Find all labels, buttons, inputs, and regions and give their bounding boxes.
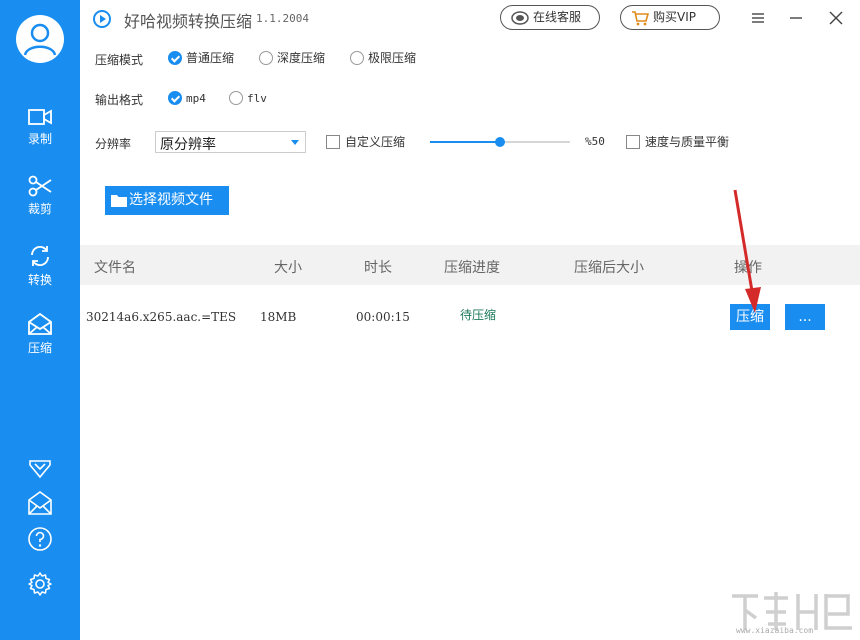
slider-value: %50 [585,135,605,148]
checkbox-label: 自定义压缩 [345,135,406,149]
radio-normal-compress[interactable]: 普通压缩 [168,50,234,66]
menu-icon[interactable] [749,9,767,27]
file-duration: 00:00:15 [356,310,410,324]
checkbox-box [626,135,640,149]
chevron-down-icon [291,140,299,145]
radio-label: flv [247,92,267,105]
sidebar-item-label: 录制 [27,132,52,146]
avatar[interactable] [16,15,64,63]
radio-label: mp4 [186,92,206,105]
vip-button[interactable] [0,457,80,479]
sidebar: 录制 裁剪 转换 压缩 [0,0,80,640]
status-badge: 待压缩 [460,308,497,322]
column-header-progress: 压缩进度 [444,260,500,276]
radio-indicator [229,91,243,105]
watermark-url: www.xiazaiba.com [736,626,814,635]
cart-icon [632,11,649,26]
resolution-value: 原分辨率 [160,137,216,153]
app-window: 录制 裁剪 转换 压缩 好哈视频转换压缩 1.1.2004 在线客服 购买VIP… [0,0,860,640]
radio-indicator [168,91,182,105]
select-video-file-label: 选择视频文件 [129,192,213,208]
more-button[interactable]: ... [785,304,825,330]
column-header-size: 大小 [274,260,302,276]
help-icon [28,527,52,551]
sidebar-item-label: 转换 [27,273,52,287]
slider-thumb[interactable] [495,137,505,147]
sidebar-item-record[interactable]: 录制 [0,107,80,167]
buy-vip-label: 购买VIP [653,10,696,24]
video-camera-icon [28,109,52,125]
select-video-file-button[interactable]: 选择视频文件 [105,186,229,215]
sidebar-item-compress[interactable]: 压缩 [0,312,80,372]
settings-icon [28,572,52,596]
sidebar-item-label: 裁剪 [27,202,52,216]
column-header-duration: 时长 [364,260,392,276]
slider-fill [430,141,500,143]
checkbox-box [326,135,340,149]
sidebar-item-crop[interactable]: 裁剪 [0,175,80,235]
user-icon [23,23,57,56]
settings-button[interactable] [0,571,80,597]
checkbox-label: 速度与质量平衡 [645,135,730,149]
headset-icon [511,11,529,25]
app-version: 1.1.2004 [256,12,309,25]
scissors-icon [28,175,52,197]
online-service-button[interactable]: 在线客服 [500,5,600,30]
app-title: 好哈视频转换压缩 [124,12,253,31]
radio-format-mp4[interactable]: mp4 [168,90,206,106]
compress-mode-label: 压缩模式 [95,53,144,67]
app-logo-icon [93,10,111,28]
column-header-filename: 文件名 [94,260,136,276]
radio-extreme-compress[interactable]: 极限压缩 [350,50,416,66]
vip-diamond-icon [29,460,51,479]
close-icon[interactable] [827,9,845,27]
message-button[interactable] [0,490,80,516]
mail-icon [28,491,52,515]
title-bar: 好哈视频转换压缩 1.1.2004 在线客服 购买VIP [80,0,860,36]
radio-label: 普通压缩 [186,51,235,65]
radio-label: 极限压缩 [368,51,417,65]
online-service-label: 在线客服 [533,10,582,24]
resolution-select[interactable]: 原分辨率 [155,131,306,153]
buy-vip-button[interactable]: 购买VIP [620,5,720,30]
convert-icon [31,245,49,267]
radio-deep-compress[interactable]: 深度压缩 [259,50,325,66]
compress-icon [28,312,52,335]
sidebar-item-convert[interactable]: 转换 [0,244,80,304]
file-name: 30214a6.x265.aac.=TEST [86,310,236,324]
speed-quality-balance-checkbox[interactable]: 速度与质量平衡 [626,134,729,150]
folder-icon [111,195,127,207]
help-button[interactable] [0,526,80,552]
column-header-compressed-size: 压缩后大小 [574,260,644,276]
radio-indicator [259,51,273,65]
radio-format-flv[interactable]: flv [229,90,267,106]
sidebar-item-label: 压缩 [27,341,52,355]
file-size: 18MB [260,310,297,324]
resolution-label: 分辨率 [95,137,132,151]
radio-indicator [168,51,182,65]
minimize-icon[interactable] [787,9,805,27]
compress-ratio-slider[interactable] [430,136,570,148]
output-format-label: 输出格式 [95,93,144,107]
radio-indicator [350,51,364,65]
custom-compress-checkbox[interactable]: 自定义压缩 [326,134,405,150]
annotation-arrow-icon [733,189,761,313]
radio-label: 深度压缩 [277,51,326,65]
